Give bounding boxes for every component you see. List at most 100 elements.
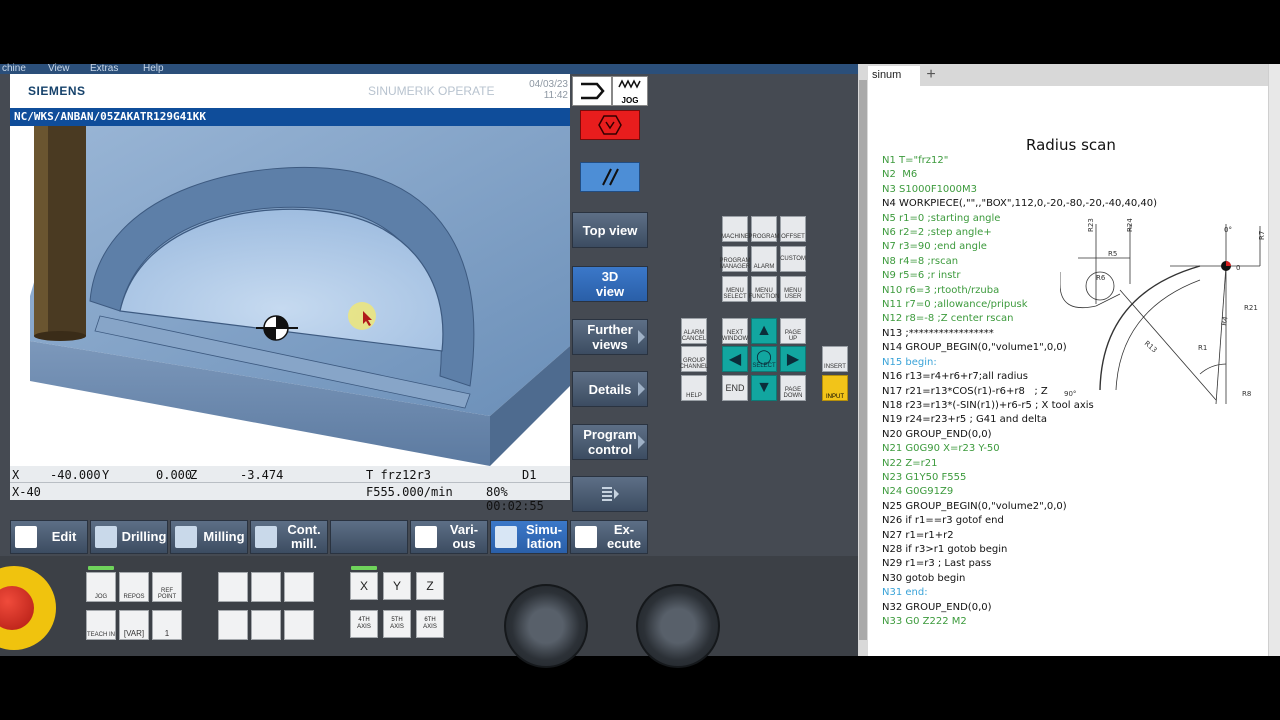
key-blank-5[interactable]	[251, 610, 281, 640]
key-axis-4[interactable]: 4TH AXIS	[350, 610, 378, 638]
code-line: N4 WORKPIECE(,"",,"BOX",112,0,-20,-80,-2…	[882, 198, 1158, 210]
key-program-manager[interactable]: PROGRAM MANAGER	[719, 246, 751, 272]
notepad-scrollbar[interactable]	[1268, 64, 1280, 656]
key-machine[interactable]: MACHINE	[721, 216, 749, 242]
softkey-execute[interactable]: Ex-ecute	[570, 520, 648, 554]
key-input[interactable]: INPUT	[822, 375, 848, 401]
softkey-3d-view[interactable]: 3D view	[572, 266, 648, 302]
softkey-milling[interactable]: Milling	[170, 520, 248, 554]
key-axis-6[interactable]: 6TH AXIS	[416, 610, 444, 638]
key-next-window[interactable]: NEXT WINDOW	[722, 318, 748, 344]
nc-execute-icon	[575, 526, 597, 548]
softkey-program-control[interactable]: Program control	[572, 424, 648, 460]
softkey-more[interactable]	[572, 476, 648, 512]
code-line: N24 G0G91Z9	[882, 486, 954, 498]
key-blank-6[interactable]	[284, 610, 314, 640]
softkey-top-view[interactable]: Top view	[572, 212, 648, 248]
edit-icon	[15, 526, 37, 548]
softkey-further-views[interactable]: Further views	[572, 319, 648, 355]
key-menu-select[interactable]: MENU SELECT	[722, 276, 748, 302]
softkey-contour-milling-label: Cont. mill.	[287, 522, 321, 551]
softkey-drilling[interactable]: Drilling	[90, 520, 168, 554]
feed-rate: F555.000/min	[366, 485, 453, 499]
key-axis-5[interactable]: 5TH AXIS	[383, 610, 411, 638]
softkey-empty[interactable]	[330, 520, 408, 554]
key-program[interactable]: PROGRAM	[749, 216, 780, 242]
machine-area-icon[interactable]	[572, 76, 612, 106]
code-line: N22 Z=r21	[882, 457, 938, 469]
key-program-manager-label: PROGRAM MANAGER	[719, 258, 751, 270]
key-select-label: SELECT	[752, 363, 776, 369]
simulation-icon	[495, 526, 517, 548]
key-end[interactable]: END	[722, 375, 748, 401]
key-menu-function[interactable]: MENU FUNCTION	[748, 276, 780, 302]
position-status-panel: X -40.000 Y 0.000 Z -3.474 T frz12r3 D1 …	[10, 466, 570, 513]
key-repos-label: REPOS	[123, 594, 145, 600]
key-blank-1[interactable]	[218, 572, 248, 602]
menu-item-machine[interactable]: chine	[2, 64, 26, 74]
new-tab-icon[interactable]: +	[922, 67, 940, 85]
key-axis-z[interactable]: Z	[416, 572, 444, 600]
menu-item-help[interactable]: Help	[143, 64, 164, 74]
key-jog[interactable]: JOG	[86, 572, 116, 602]
key-menu-function-label: MENU FUNCTION	[748, 288, 780, 300]
key-select[interactable]: ◯ SELECT	[751, 346, 777, 372]
arrow-left-key[interactable]: ◀	[722, 346, 748, 372]
key-axis-x[interactable]: X	[350, 572, 378, 600]
key-axis-z-label: Z	[426, 579, 434, 593]
key-machine-label: MACHINE	[721, 234, 749, 240]
x-axis-label: X	[12, 468, 20, 482]
menu-item-extras[interactable]: Extras	[90, 64, 118, 74]
key-ref-point[interactable]: REF POINT	[152, 572, 182, 602]
key-blank-3[interactable]	[284, 572, 314, 602]
key-repos[interactable]: REPOS	[119, 572, 149, 602]
key-group-channel[interactable]: GROUP CHANNEL	[680, 346, 708, 372]
notepad-tab[interactable]: sinum	[868, 66, 920, 86]
arrow-right-key[interactable]: ▶	[780, 346, 806, 372]
key-teach-in-label: TEACH IN	[87, 632, 116, 638]
key-blank-4[interactable]	[218, 610, 248, 640]
softkey-contour-milling[interactable]: Cont. mill.	[250, 520, 328, 554]
softkey-details[interactable]: Details	[572, 371, 648, 407]
key-blank-2[interactable]	[251, 572, 281, 602]
y-axis-label: Y	[102, 468, 110, 482]
code-line: N1 T="frz12"	[882, 155, 949, 166]
key-page-up-label: PAGE UP	[784, 330, 802, 342]
key-axis-6-label: 6TH AXIS	[423, 617, 437, 630]
label-r8: R8	[1242, 390, 1251, 398]
key-custom[interactable]: CUSTOM	[780, 246, 806, 272]
hmi-scrollbar-thumb[interactable]	[859, 80, 867, 640]
label-90-deg: 90°	[1064, 390, 1076, 398]
key-page-down[interactable]: PAGE DOWN	[780, 375, 806, 401]
drilling-icon	[95, 526, 117, 548]
simulation-viewport[interactable]	[10, 126, 570, 466]
key-alarm-cancel[interactable]: ALARM CANCEL	[681, 318, 707, 344]
label-r23: R23	[1087, 218, 1095, 232]
softkey-various-label: Vari-ous	[449, 522, 479, 551]
key-page-up[interactable]: PAGE UP	[780, 318, 806, 344]
contour-milling-icon	[255, 526, 277, 548]
softkey-execute-label: Ex-ecute	[607, 522, 641, 551]
arrow-down-key[interactable]: ▼	[751, 375, 777, 401]
key-insert[interactable]: INSERT	[822, 346, 848, 372]
key-increment-1[interactable]: 1	[152, 610, 182, 640]
key-var[interactable]: [VAR]	[119, 610, 149, 640]
key-alarm[interactable]: ALARM	[751, 246, 777, 272]
key-teach-in[interactable]: TEACH IN	[86, 610, 116, 640]
code-line: N28 if r3>r1 gotob begin	[882, 543, 1008, 555]
label-r6: R6	[1096, 274, 1106, 282]
softkey-various[interactable]: Vari-ous	[410, 520, 488, 554]
feed-override-dial[interactable]	[504, 584, 588, 668]
key-axis-y[interactable]: Y	[383, 572, 411, 600]
arrow-up-key[interactable]: ▲	[751, 318, 777, 344]
key-jog-label: JOG	[94, 594, 108, 600]
key-help[interactable]: HELP	[681, 375, 707, 401]
softkey-simulation[interactable]: Simu-lation	[490, 520, 568, 554]
softkey-edit[interactable]: Edit	[10, 520, 88, 554]
spindle-override-dial[interactable]	[636, 584, 720, 668]
menu-item-view[interactable]: View	[48, 64, 70, 74]
key-offset[interactable]: OFFSET	[780, 216, 806, 242]
code-line: N21 G0G90 X=r23 Y-50	[882, 443, 1000, 455]
key-increment-1-label: 1	[164, 629, 170, 638]
key-menu-user[interactable]: MENU USER	[780, 276, 806, 302]
